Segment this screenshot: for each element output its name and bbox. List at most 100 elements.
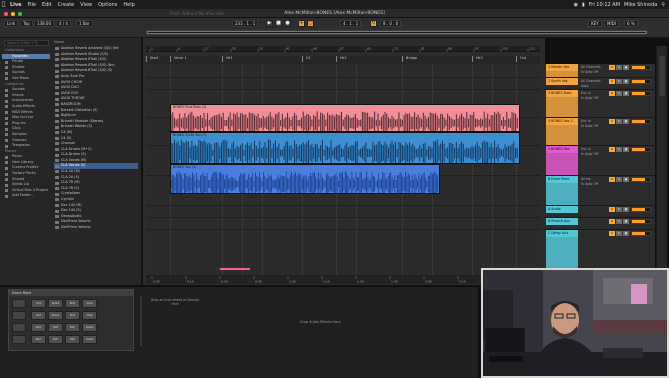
track-solo-button[interactable]: S xyxy=(616,207,622,212)
track-header[interactable]: 6 Drum Rack All Ins In Auto Off A S ● xyxy=(545,176,655,206)
song-position-field[interactable]: 233 . 1 . 1 xyxy=(232,20,259,27)
drum-pad[interactable]: Rim xyxy=(65,323,80,332)
audio-fx-drop-hint[interactable]: Drop Audio Effects Here xyxy=(300,320,341,324)
track-arm-button[interactable]: ● xyxy=(623,219,629,224)
track-monitor-select[interactable]: In Auto Off xyxy=(581,182,598,187)
track-lane[interactable] xyxy=(146,218,540,230)
track-lane[interactable] xyxy=(146,64,540,78)
link-button[interactable]: Link xyxy=(4,20,19,27)
track-volume-slider[interactable] xyxy=(631,147,651,152)
track-solo-button[interactable]: S xyxy=(616,79,622,84)
menu-edit[interactable]: Edit xyxy=(39,2,55,8)
track-activator-button[interactable]: A xyxy=(609,207,615,212)
loop-length-field[interactable]: 8 . 0 . 0 xyxy=(380,20,402,27)
record-icon[interactable]: ● xyxy=(284,20,291,27)
play-icon[interactable]: ▶ xyxy=(266,20,273,27)
track-arm-button[interactable]: ● xyxy=(623,79,629,84)
browser-name-column[interactable]: Name xyxy=(54,40,64,44)
track-input-select[interactable]: All Channels xyxy=(581,79,601,84)
audio-clip[interactable]: BONES Vox (4) xyxy=(170,164,440,194)
track-header[interactable]: 2 Synth Vox All Channels Auto A S ● xyxy=(545,78,655,90)
loop-toggle-icon[interactable]: ↻ xyxy=(370,20,377,27)
instrument-drop-hint[interactable]: Drop an Instrument or Sample Here xyxy=(150,298,200,306)
track-header[interactable]: 5 BONES Vox Ext. In In Auto Off A S ● xyxy=(545,146,655,176)
locator-marker[interactable]: Hk3 xyxy=(472,56,483,62)
track-solo-button[interactable]: S xyxy=(616,65,622,70)
track-lane[interactable] xyxy=(146,78,540,90)
track-header[interactable]: 1 Master Vox All Channels In Auto Off A S ● xyxy=(545,64,655,78)
apple-icon[interactable]:  xyxy=(0,1,7,8)
track-volume-slider[interactable] xyxy=(631,65,651,70)
audio-clip[interactable]: BONES Synth Vox (3) xyxy=(170,132,520,164)
drum-pad[interactable]: Tom xyxy=(48,323,63,332)
overdub-icon[interactable]: + xyxy=(298,20,305,27)
drum-pad[interactable]: Rim xyxy=(65,335,80,344)
track-name[interactable]: C Delay Aux xyxy=(546,230,578,237)
battery-icon[interactable]: ▮ xyxy=(582,2,585,8)
meter-field[interactable]: 4 / 4 xyxy=(56,20,71,27)
track-volume-slider[interactable] xyxy=(631,207,651,212)
track-name[interactable]: A Audio xyxy=(546,206,578,213)
track-activator-button[interactable]: A xyxy=(609,219,615,224)
stop-icon[interactable]: ■ xyxy=(275,20,282,27)
locator-marker[interactable]: Bridge xyxy=(402,56,417,62)
track-volume-slider[interactable] xyxy=(631,219,651,224)
track-arm-button[interactable]: ● xyxy=(623,177,629,182)
drum-pad[interactable]: Crash xyxy=(82,323,97,332)
automation-arm-icon[interactable]: ○ xyxy=(307,20,314,27)
browser-search-input[interactable]: Search (Cmd + F) xyxy=(4,40,49,46)
track-name[interactable]: 5 BONES Vox xyxy=(546,146,578,153)
track-header[interactable]: 3 BONES Bass Ext. In In Auto Off A S ● xyxy=(545,90,655,118)
track-solo-button[interactable]: S xyxy=(616,219,622,224)
track-arm-button[interactable]: ● xyxy=(623,119,629,124)
audio-clip[interactable]: BONES Final Bass (4) xyxy=(170,104,520,132)
menu-help[interactable]: Help xyxy=(120,2,137,8)
track-volume-slider[interactable] xyxy=(631,79,651,84)
track-activator-button[interactable]: A xyxy=(609,79,615,84)
drum-pad[interactable]: Tom xyxy=(48,335,63,344)
track-activator-button[interactable]: A xyxy=(609,119,615,124)
track-monitor-select[interactable]: In Auto Off xyxy=(581,124,598,129)
rack-pad-toggle-icon[interactable] xyxy=(12,323,26,332)
drum-pad[interactable]: Snare xyxy=(48,311,63,320)
track-volume-slider[interactable] xyxy=(631,91,651,96)
browser-category-item[interactable]: Add Folder... xyxy=(2,193,50,199)
drum-pad[interactable]: Snare xyxy=(48,299,63,308)
drum-pad[interactable]: Kick xyxy=(65,311,80,320)
track-solo-button[interactable]: S xyxy=(616,119,622,124)
drum-pad[interactable]: Perc xyxy=(31,323,46,332)
menu-file[interactable]: File xyxy=(25,2,39,8)
track-name[interactable]: 1 Master Vox xyxy=(546,64,578,71)
track-activator-button[interactable]: A xyxy=(609,65,615,70)
locator-marker[interactable]: Start xyxy=(146,56,158,62)
track-lanes[interactable]: BONES Final Bass (4) BONES Synth Vox (3) B… xyxy=(146,64,540,276)
vertical-scrollbar[interactable] xyxy=(656,46,667,284)
drum-pad[interactable]: Clap xyxy=(82,311,97,320)
midi-map-button[interactable]: MIDI xyxy=(604,20,619,27)
locator-marker[interactable]: Hk1 xyxy=(222,56,233,62)
key-map-button[interactable]: KEY xyxy=(588,20,602,27)
track-volume-slider[interactable] xyxy=(631,177,651,182)
locator-marker[interactable]: Verse 1 xyxy=(170,56,187,62)
metronome-field[interactable]: 1 Bar xyxy=(76,20,93,27)
track-monitor-select[interactable]: In Auto Off xyxy=(581,70,601,75)
menu-create[interactable]: Create xyxy=(55,2,78,8)
track-activator-button[interactable]: A xyxy=(609,231,615,236)
track-volume-slider[interactable] xyxy=(631,119,651,124)
tap-button[interactable]: Tap xyxy=(20,20,33,27)
drum-pad[interactable]: Hat xyxy=(31,311,46,320)
drum-pad[interactable]: Hat xyxy=(31,299,46,308)
menubar-user[interactable]: Mike Shinoda xyxy=(624,2,657,8)
track-solo-button[interactable]: S xyxy=(616,147,622,152)
track-arm-button[interactable]: ● xyxy=(623,231,629,236)
drum-pad[interactable]: Clap xyxy=(82,299,97,308)
track-name[interactable]: B Reverb Aux xyxy=(546,218,578,225)
track-input-select[interactable]: All Channels xyxy=(581,65,601,70)
track-monitor-select[interactable]: In Auto Off xyxy=(581,96,598,101)
drum-pad[interactable]: Perc xyxy=(31,335,46,344)
locator-marker[interactable]: V2 xyxy=(302,56,310,62)
track-volume-slider[interactable] xyxy=(631,231,651,236)
menu-view[interactable]: View xyxy=(77,2,95,8)
track-solo-button[interactable]: S xyxy=(616,177,622,182)
arrangement-overview[interactable] xyxy=(146,30,647,35)
